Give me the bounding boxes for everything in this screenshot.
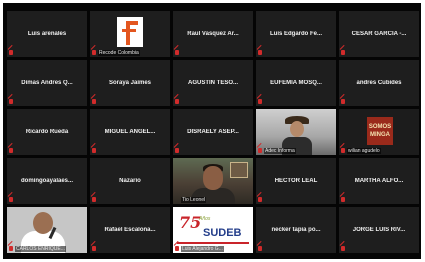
participant-tile[interactable]: Raul Vasquez Ar... <box>173 11 253 57</box>
participant-tile[interactable]: CARLOS ENRIQUE... <box>7 207 87 253</box>
participant-tile[interactable]: Luis arenales <box>7 11 87 57</box>
participant-tile[interactable]: andres Cubides <box>339 60 419 106</box>
participant-name: MIGUEL ANGEL... <box>104 129 156 135</box>
mic-muted-icon <box>92 50 96 55</box>
participant-name: Luis arenales <box>27 31 67 37</box>
participant-tile[interactable]: MIGUEL ANGEL... <box>90 109 170 155</box>
mic-muted-icon <box>175 50 179 55</box>
participant-name: Ricardo Rueda <box>25 129 69 135</box>
participant-tile[interactable]: Luis Edgardo Fe... <box>256 11 336 57</box>
mic-muted-icon <box>258 99 262 104</box>
mic-muted-icon <box>9 246 13 251</box>
participant-name: HECTOR LEAL <box>274 178 318 184</box>
participant-tile[interactable]: Recode Colombia <box>90 11 170 57</box>
participant-caption: Luis Alejandro G... <box>181 246 224 252</box>
mic-muted-icon <box>258 148 262 153</box>
mic-muted-icon <box>92 197 96 202</box>
participant-name: EUFEMIA MOSQ... <box>270 80 322 86</box>
participant-tile[interactable]: AGUSTIN TESO... <box>173 60 253 106</box>
mic-muted-icon <box>175 246 179 251</box>
participant-name: Luis Edgardo Fe... <box>269 31 322 37</box>
participant-name: Raul Vasquez Ar... <box>187 31 239 37</box>
participant-tile[interactable]: MARTHA ALFO... <box>339 158 419 204</box>
mic-muted-icon <box>341 246 345 251</box>
participant-name: domingoayalaes... <box>20 178 74 184</box>
participant-caption: Tio Leonel <box>181 197 207 203</box>
participant-name: Dimas Andres Q... <box>21 80 73 86</box>
participant-tile[interactable]: Nazario <box>90 158 170 204</box>
mic-muted-icon <box>92 148 96 153</box>
mic-muted-icon <box>341 50 345 55</box>
mic-muted-icon <box>258 50 262 55</box>
participant-caption: wilian agudelo <box>347 148 381 154</box>
logo-word: SUDEB <box>203 227 242 239</box>
participant-tile[interactable]: Dimas Andres Q... <box>7 60 87 106</box>
participant-tile[interactable]: Soraya Jaimes <box>90 60 170 106</box>
logo-text: MINGA <box>370 132 390 138</box>
participant-tile[interactable]: CESAR GARCIA -... <box>339 11 419 57</box>
mic-muted-icon <box>9 197 13 202</box>
participant-tile[interactable]: Rafael Escalona... <box>90 207 170 253</box>
participant-tile[interactable]: necker tapia po... <box>256 207 336 253</box>
participant-name: Soraya Jaimes <box>108 80 152 86</box>
mic-muted-icon <box>9 50 13 55</box>
logo-number: 75 <box>179 213 202 232</box>
participant-name: andres Cubides <box>356 80 402 86</box>
participant-tile[interactable]: EUFEMIA MOSQ... <box>256 60 336 106</box>
mic-muted-icon <box>258 197 262 202</box>
participant-grid: Luis arenales Recode Colombia Raul Vasqu… <box>7 11 419 253</box>
mic-muted-icon <box>341 99 345 104</box>
participant-caption: Recode Colombia <box>98 50 140 56</box>
participant-caption: CARLOS ENRIQUE... <box>15 246 66 252</box>
participant-tile[interactable]: JORGE LUIS RIV... <box>339 207 419 253</box>
participant-caption: Adec Informa <box>264 148 296 154</box>
profile-logo <box>117 17 143 47</box>
participant-tile[interactable]: DISRAELY ASEP... <box>173 109 253 155</box>
meeting-gallery-view: Luis arenales Recode Colombia Raul Vasqu… <box>3 3 421 259</box>
participant-tile[interactable]: domingoayalaes... <box>7 158 87 204</box>
mic-muted-icon <box>258 246 262 251</box>
participant-name: CESAR GARCIA -... <box>351 31 407 37</box>
participant-name: DISRAELY ASEP... <box>187 129 239 135</box>
participant-name: necker tapia po... <box>271 227 321 233</box>
logo-subtext: Años <box>199 216 211 222</box>
participant-name: Nazario <box>119 178 141 184</box>
participant-name: Rafael Escalona... <box>104 227 156 233</box>
mic-muted-icon <box>175 148 179 153</box>
participant-tile[interactable]: HECTOR LEAL <box>256 158 336 204</box>
mic-muted-icon <box>341 197 345 202</box>
mic-muted-icon <box>9 99 13 104</box>
participant-tile[interactable]: Adec Informa <box>256 109 336 155</box>
mic-muted-icon <box>92 99 96 104</box>
participant-name: AGUSTIN TESO... <box>187 80 238 86</box>
mic-muted-icon <box>175 99 179 104</box>
participant-tile[interactable]: Ricardo Rueda <box>7 109 87 155</box>
active-speaker-tile[interactable]: Tio Leonel <box>173 158 253 204</box>
participant-name: JORGE LUIS RIV... <box>352 227 406 233</box>
logo-text: SOMOS <box>368 124 392 130</box>
participant-name: MARTHA ALFO... <box>354 178 404 184</box>
participant-tile[interactable]: SOMOS MINGA wilian agudelo <box>339 109 419 155</box>
mic-muted-icon <box>92 246 96 251</box>
mic-muted-icon <box>9 148 13 153</box>
participant-tile[interactable]: 75 Años SUDEB Luis Alejandro G... <box>173 207 253 253</box>
mic-muted-icon <box>341 148 345 153</box>
